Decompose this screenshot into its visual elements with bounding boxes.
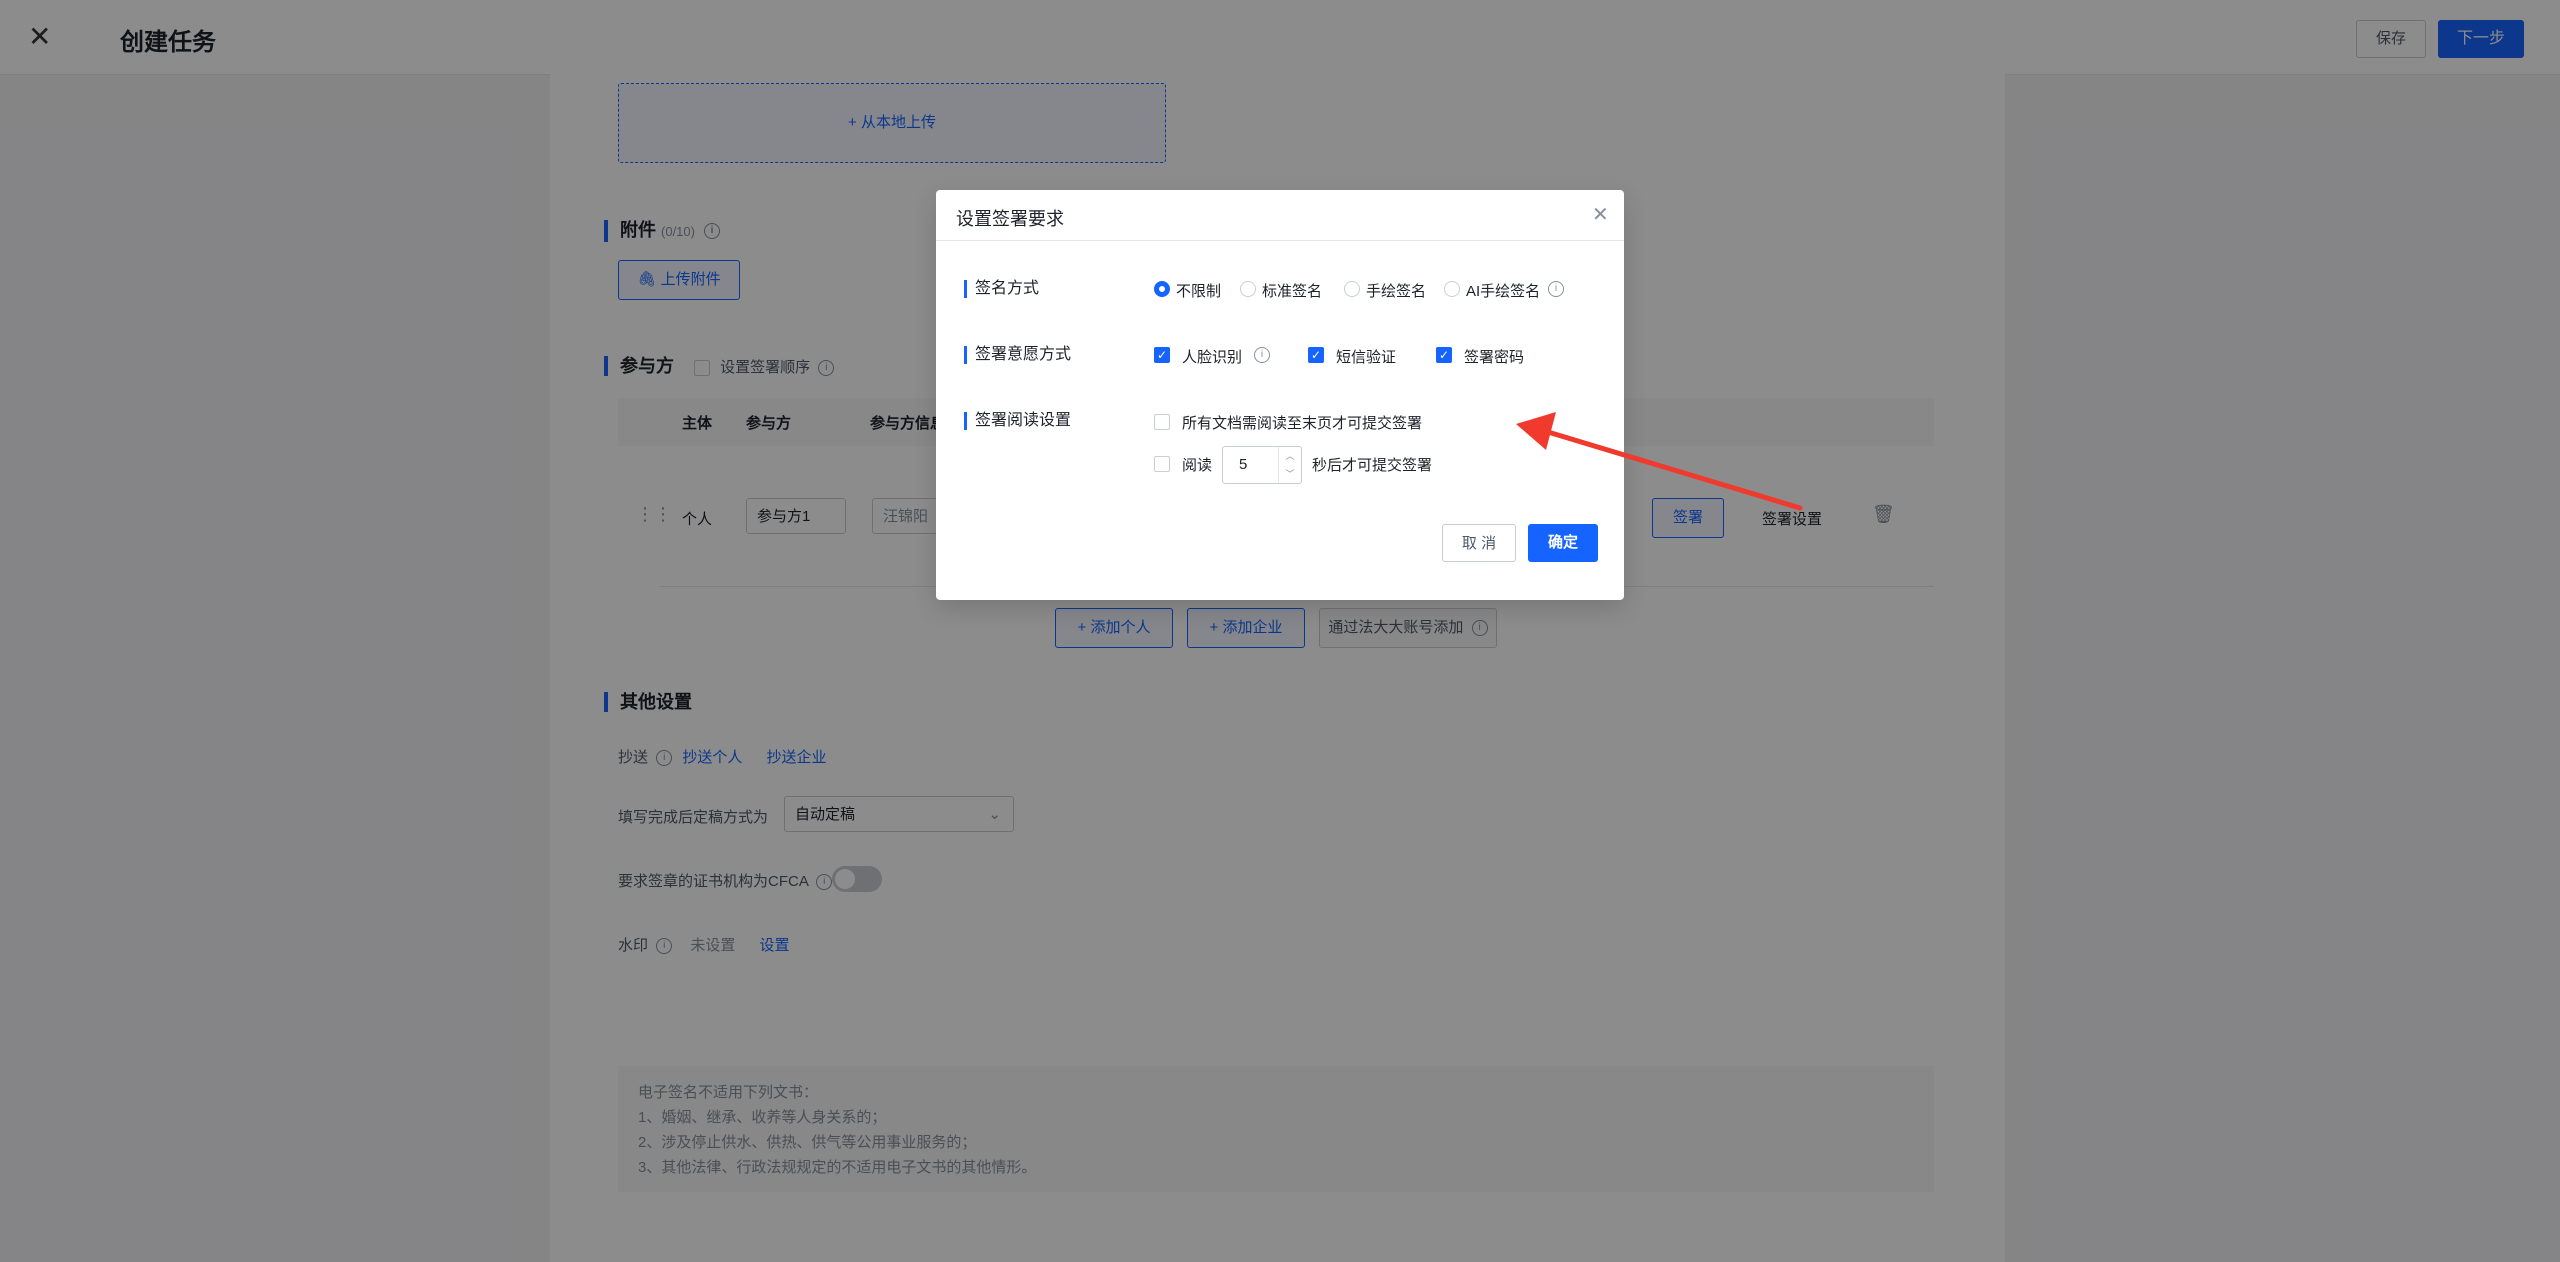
annotation-arrow [1516,412,1803,511]
arrow-shaft [1545,429,1803,511]
arrow-head [1516,412,1556,450]
